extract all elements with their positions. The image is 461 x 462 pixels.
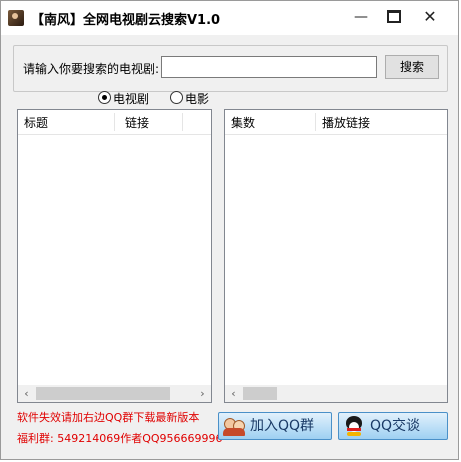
app-icon — [8, 10, 24, 26]
scroll-left-arrow-icon[interactable]: ‹ — [225, 385, 242, 402]
column-header-title[interactable]: 标题 — [18, 110, 114, 134]
column-header-play-link[interactable]: 播放链接 — [316, 110, 446, 134]
window-title: 【南风】全网电视剧云搜索V1.0 — [31, 13, 221, 28]
qq-chat-button[interactable]: QQ交谈 — [338, 412, 448, 440]
column-header-link[interactable]: 链接 — [119, 110, 209, 134]
maximize-button[interactable] — [379, 5, 409, 29]
contact-info: 福利群: 549214069作者QQ956669996 — [17, 432, 223, 445]
column-divider[interactable] — [114, 113, 115, 131]
close-button[interactable]: ✕ — [415, 5, 445, 29]
title-bar[interactable]: 【南风】全网电视剧云搜索V1.0 — ✕ — [1, 1, 458, 35]
radio-tv-series[interactable]: 电视剧 — [98, 91, 149, 107]
radio-movie[interactable]: 电影 — [170, 91, 209, 107]
radio-movie-label: 电影 — [185, 92, 210, 106]
radio-tv-series-label: 电视剧 — [113, 92, 150, 106]
results-list-header: 标题 链接 — [18, 110, 211, 135]
maximize-icon — [387, 9, 401, 23]
minimize-button[interactable]: — — [346, 5, 376, 29]
column-divider[interactable] — [182, 113, 183, 131]
horizontal-scrollbar[interactable]: ‹ › — [18, 385, 211, 402]
main-window: 【南风】全网电视剧云搜索V1.0 — ✕ 请输入你要搜索的电视剧: 搜索 电视剧… — [0, 0, 459, 460]
search-label: 请输入你要搜索的电视剧: — [23, 62, 160, 76]
update-notice: 软件失效请加右边QQ群下载最新版本 — [17, 411, 200, 424]
search-input[interactable] — [161, 56, 377, 78]
horizontal-scrollbar[interactable]: ‹ — [225, 385, 447, 402]
qq-chat-label: QQ交谈 — [370, 418, 421, 434]
qq-group-icon — [223, 416, 245, 436]
qq-penguin-icon — [343, 416, 365, 436]
radio-checked-icon — [98, 91, 111, 104]
results-list[interactable]: 标题 链接 ‹ › — [17, 109, 212, 403]
scrollbar-thumb[interactable] — [36, 387, 170, 400]
join-qq-group-button[interactable]: 加入QQ群 — [218, 412, 332, 440]
join-qq-group-label: 加入QQ群 — [250, 418, 315, 434]
episodes-list-header: 集数 播放链接 — [225, 110, 447, 135]
scrollbar-thumb[interactable] — [243, 387, 277, 400]
column-header-episode[interactable]: 集数 — [225, 110, 315, 134]
search-button[interactable]: 搜索 — [385, 55, 439, 79]
scroll-right-arrow-icon[interactable]: › — [194, 385, 211, 402]
radio-unchecked-icon — [170, 91, 183, 104]
episodes-list[interactable]: 集数 播放链接 ‹ — [224, 109, 448, 403]
scroll-left-arrow-icon[interactable]: ‹ — [18, 385, 35, 402]
